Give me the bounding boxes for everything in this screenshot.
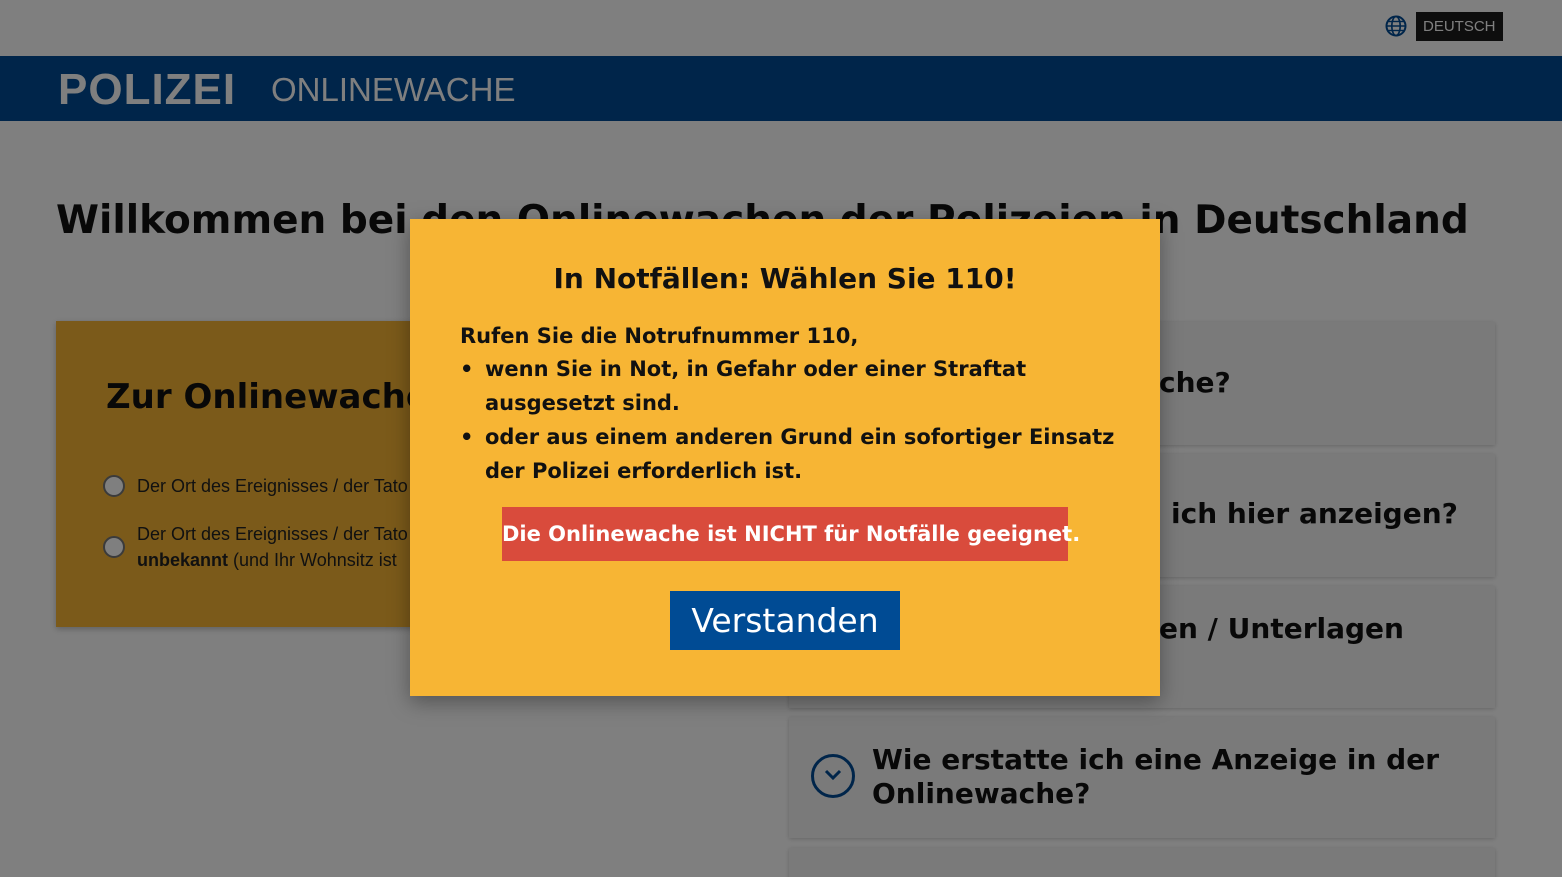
list-item: wenn Sie in Not, in Gefahr oder einer St…	[460, 352, 1120, 420]
warning-banner: Die Onlinewache ist NICHT für Notfälle g…	[502, 507, 1080, 561]
modal-intro: Rufen Sie die Notrufnummer 110,	[460, 324, 859, 348]
emergency-conditions-list: wenn Sie in Not, in Gefahr oder einer St…	[460, 352, 1120, 488]
emergency-modal: In Notfällen: Wählen Sie 110! Rufen Sie …	[410, 219, 1160, 696]
modal-title: In Notfällen: Wählen Sie 110!	[553, 262, 1017, 295]
list-item: oder aus einem anderen Grund ein soforti…	[460, 420, 1120, 488]
confirm-button[interactable]: Verstanden	[670, 591, 900, 650]
